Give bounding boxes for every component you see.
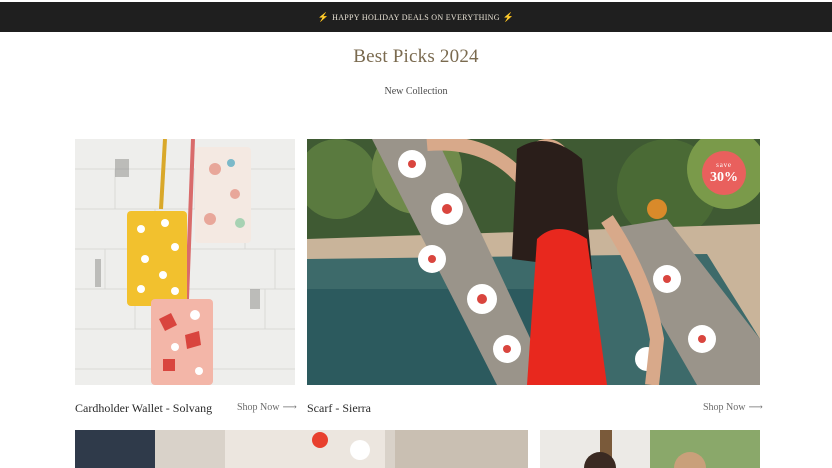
shop-now-label: Shop Now [237, 402, 280, 413]
next-product-photo-2 [540, 430, 760, 468]
product-name[interactable]: Cardholder Wallet - Solvang [75, 401, 212, 416]
wallet-photo [75, 139, 295, 385]
scarf-photo [307, 139, 760, 385]
arrow-right-icon: ⟶ [282, 402, 297, 413]
shop-now-link[interactable]: Shop Now ⟶ [703, 402, 763, 413]
arrow-right-icon: ⟶ [748, 402, 763, 413]
product-image-next-2[interactable] [540, 430, 760, 468]
sale-badge: save 30% [702, 151, 746, 195]
section-title: Best Picks 2024 [353, 46, 479, 67]
shop-now-link[interactable]: Shop Now ⟶ [237, 402, 297, 413]
product-name[interactable]: Scarf - Sierra [307, 401, 371, 416]
lightning-icon: ⚡ [502, 11, 515, 22]
lightning-icon: ⚡ [317, 11, 330, 22]
badge-percent: 30% [710, 169, 738, 185]
shop-now-label: Shop Now [703, 402, 746, 413]
product-image-next[interactable] [75, 430, 528, 468]
product-image-wallet[interactable] [75, 139, 295, 385]
product-image-scarf[interactable]: save 30% [307, 139, 760, 385]
announcement-text: HAPPY HOLIDAY DEALS ON EVERYTHING [332, 12, 500, 22]
badge-label: save [716, 160, 732, 169]
next-product-photo [75, 430, 528, 468]
announcement-bar: ⚡ HAPPY HOLIDAY DEALS ON EVERYTHING ⚡ [0, 2, 832, 32]
section-subtitle: New Collection [384, 86, 448, 97]
